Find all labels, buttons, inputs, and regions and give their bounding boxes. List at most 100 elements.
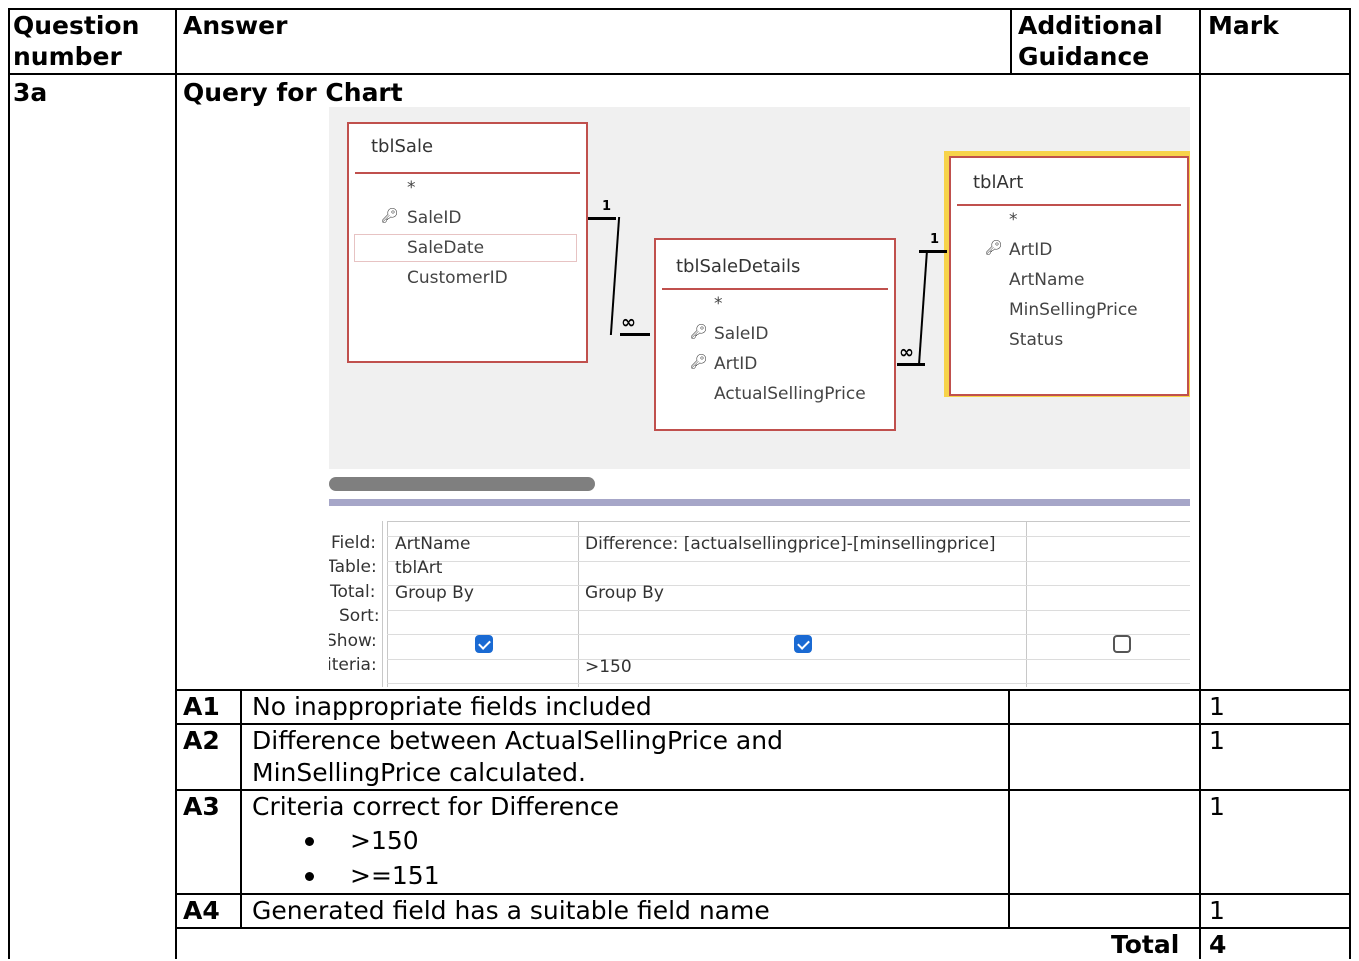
grid-row-line [387,634,1190,635]
header-bottom-rule [8,73,1351,75]
relationship-one-label: 1 [930,232,940,247]
table-box-tblsaledetails: tblSaleDetails * 🔑︎ SaleID 🔑︎ ArtID Actu… [654,238,896,431]
field-customerid: CustomerID [407,268,508,288]
field-saleid: SaleID [714,324,769,344]
query-design-screenshot: tblSale * 🔑︎ SaleID SaleDate CustomerID … [329,107,1190,687]
col-divider-mark [1199,8,1201,959]
table-box-tblart: tblArt * 🔑︎ ArtID ArtName MinSellingPric… [949,156,1189,396]
grid-label-show: Show: [329,631,377,651]
header-additional-guidance: Additional Guidance [1018,11,1163,71]
bullet-item: >150 [350,826,419,855]
field-status: Status [1009,330,1064,350]
field-star: * [714,294,723,314]
field-star: * [1009,210,1018,230]
table-header-separator [662,288,888,290]
relationship-line-segment [917,250,929,365]
pane-splitter[interactable] [329,499,1190,506]
grid-field-artname[interactable]: ArtName [395,534,470,554]
grid-label-sort: Sort: [339,606,380,626]
bullet-item: >=151 [350,861,440,890]
grid-column-border [1026,521,1027,687]
table-header-separator [355,172,580,174]
field-artid: ArtID [714,354,758,374]
grid-row-line [387,561,1190,562]
key-icon: 🔑︎ [985,240,1003,256]
mark-text-line: MinSellingPrice calculated. [252,758,586,787]
table-design-pane: tblSale * 🔑︎ SaleID SaleDate CustomerID … [329,107,1190,469]
grid-column-border [387,521,388,687]
relationship-many-label: ∞ [621,312,636,333]
grid-total-group-by[interactable]: Group By [585,583,664,603]
relationship-line-segment [609,217,621,335]
table-box-tblsale: tblSale * 🔑︎ SaleID SaleDate CustomerID [347,122,588,363]
mark-value: 1 [1209,896,1225,925]
show-checkbox-unchecked[interactable] [1113,635,1131,653]
key-icon: 🔑︎ [690,324,708,340]
col-divider-answer [175,8,177,959]
grid-label-field: Field: [331,533,376,553]
grid-total-group-by[interactable]: Group By [395,583,474,603]
field-actualsellingprice: ActualSellingPrice [714,384,866,404]
relationship-one-label: 1 [602,199,612,214]
mark-id: A3 [183,792,220,821]
query-design-grid: Field: Table: Total: Sort: Show: iteria:… [329,507,1190,687]
field-saledate: SaleDate [407,238,485,258]
grid-table-tblart[interactable]: tblArt [395,558,442,578]
grid-row-line [387,585,1190,586]
grid-criteria-value[interactable]: >150 [585,657,632,677]
grid-row-line [387,683,1190,684]
key-icon: 🔑︎ [381,208,399,224]
col-divider-guidance [1008,689,1010,929]
col-divider-guidance-header [1010,8,1012,74]
table-name: tblSaleDetails [676,256,801,277]
grid-row-line [387,610,1190,611]
table-name: tblSale [371,136,434,157]
mark-id: A2 [183,726,220,755]
key-icon: 🔑︎ [690,354,708,370]
grid-label-table: Table: [329,557,377,577]
mark-value: 1 [1209,792,1225,821]
scrollbar-thumb[interactable] [329,477,595,491]
header-mark: Mark [1208,11,1279,40]
show-checkbox-checked[interactable] [794,635,812,653]
bullet-icon [305,837,314,846]
field-minsellingprice: MinSellingPrice [1009,300,1138,320]
table-border-left [8,8,10,959]
grid-label-total: Total: [330,582,376,602]
mark-id: A4 [183,896,220,925]
question-number: 3a [13,78,48,107]
show-checkbox-checked[interactable] [475,635,493,653]
bullet-icon [305,872,314,881]
relationship-line-segment [919,250,947,253]
col-divider-id [240,689,242,929]
grid-label-column-border [382,521,383,687]
design-pane-horizontal-scrollbar[interactable] [329,469,1190,499]
question-title: Query for Chart [183,78,403,107]
field-star: * [407,178,416,198]
field-artid: ArtID [1009,240,1053,260]
table-border-right [1349,8,1351,959]
mark-text: Criteria correct for Difference [252,792,620,821]
relationship-line-segment [620,333,650,336]
mark-value: 1 [1209,726,1225,755]
grid-field-difference[interactable]: Difference: [actualsellingprice]-[minsel… [585,534,996,554]
field-artname: ArtName [1009,270,1085,290]
grid-column-border [578,521,579,687]
header-question-number: Question number [13,11,140,71]
relationship-many-label: ∞ [899,342,914,363]
header-answer: Answer [183,11,288,40]
mark-text-line: Difference between ActualSellingPrice an… [252,726,783,755]
grid-row-line [387,659,1190,660]
field-saleid: SaleID [407,208,462,228]
mark-text: Generated field has a suitable field nam… [252,896,770,925]
mark-id: A1 [183,692,220,721]
mark-text: No inappropriate fields included [252,692,652,721]
total-label: Total [1111,930,1180,959]
table-name: tblArt [973,172,1024,193]
relationship-line-segment [588,217,616,220]
grid-top-border [387,521,1190,522]
mark-value: 1 [1209,692,1225,721]
relationship-line-segment [897,363,925,366]
total-value: 4 [1209,930,1227,959]
table-header-separator [957,204,1181,206]
